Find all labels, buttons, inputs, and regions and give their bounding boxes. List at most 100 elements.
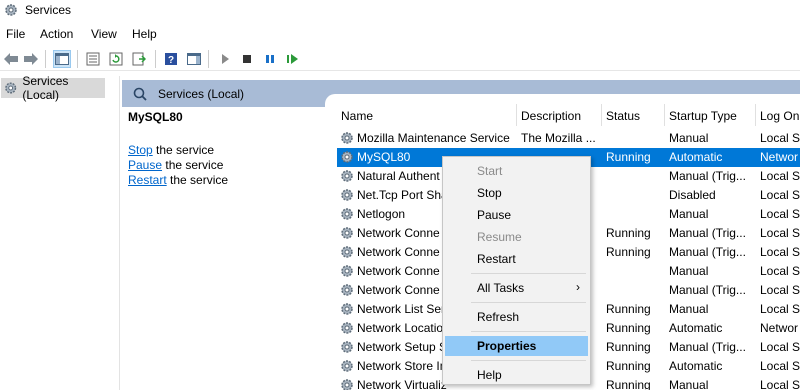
cell-startup-type: Disabled — [669, 188, 716, 202]
cell-startup-type: Manual (Trig... — [669, 283, 746, 297]
cell-startup-type: Manual — [669, 131, 709, 145]
cell-startup-type: Manual — [669, 378, 709, 390]
cell-log-on: Local Sy — [760, 340, 800, 354]
window-title: Services — [25, 3, 72, 17]
service-gear-icon — [341, 132, 353, 144]
menu-bar: File Action View Help — [0, 24, 800, 44]
column-header-name[interactable]: ⌃ Name — [337, 102, 517, 128]
stop-service-icon[interactable] — [238, 50, 256, 68]
restart-service-link[interactable]: Restart — [128, 173, 167, 187]
action-suffix: the service — [166, 173, 229, 187]
stop-service-link[interactable]: Stop — [128, 143, 153, 157]
cell-status: Running — [606, 150, 651, 164]
title-bar: Services — [0, 0, 800, 22]
menu-view[interactable]: View — [91, 27, 117, 41]
tree-item-services-local[interactable]: Services (Local) — [1, 74, 105, 102]
column-header-startup-type[interactable]: Startup Type — [665, 102, 756, 128]
details-pane: Services (Local) MySQL80 Stop the servic… — [122, 76, 800, 390]
cell-log-on: Local Sy — [760, 226, 800, 240]
menu-item-label: Properties — [477, 339, 537, 353]
cell-log-on: Local Sy — [760, 264, 800, 278]
help-icon[interactable]: ? — [162, 50, 180, 68]
back-arrow-icon[interactable] — [2, 50, 20, 68]
show-hide-action-pane-icon[interactable] — [185, 50, 203, 68]
cell-status: Running — [606, 378, 651, 390]
menu-item-resume: Resume — [445, 227, 588, 247]
start-service-icon[interactable] — [216, 50, 234, 68]
properties-icon[interactable] — [84, 50, 102, 68]
cell-status: Running — [606, 321, 651, 335]
column-header-status[interactable]: Status — [602, 102, 665, 128]
menu-item-start: Start — [445, 161, 588, 181]
service-gear-icon — [341, 341, 353, 353]
service-gear-icon — [341, 322, 353, 334]
menu-help[interactable]: Help — [132, 27, 157, 41]
cell-log-on: Local Sy — [760, 245, 800, 259]
service-gear-icon — [341, 170, 353, 182]
cell-startup-type: Manual — [669, 207, 709, 221]
forward-arrow-icon[interactable] — [22, 50, 40, 68]
column-header-description[interactable]: Description — [517, 102, 602, 128]
console-tree: Services (Local) — [0, 74, 120, 390]
cell-status: Running — [606, 302, 651, 316]
toolbar-separator — [155, 50, 156, 68]
cell-log-on: Local Se — [760, 188, 800, 202]
menu-item-restart[interactable]: Restart — [445, 249, 588, 269]
menu-item-label: Resume — [477, 230, 522, 244]
cell-log-on: Local Se — [760, 359, 800, 373]
service-gear-icon — [341, 246, 353, 258]
export-list-icon[interactable] — [130, 50, 148, 68]
restart-service-icon[interactable] — [284, 50, 302, 68]
cell-status: Running — [606, 226, 651, 240]
table-row[interactable]: Mozilla Maintenance Service The Mozilla .… — [337, 129, 800, 148]
cell-log-on: Networ — [760, 150, 799, 164]
menu-item-stop[interactable]: Stop — [445, 183, 588, 203]
menu-file[interactable]: File — [6, 27, 25, 41]
services-gear-icon — [5, 82, 17, 94]
menu-item-all-tasks[interactable]: All Tasks › — [445, 278, 588, 298]
cell-startup-type: Manual — [669, 264, 709, 278]
pause-service-icon[interactable] — [261, 50, 279, 68]
column-header-log-on[interactable]: Log On — [756, 102, 800, 128]
action-stop: Stop the service — [128, 143, 214, 157]
cell-startup-type: Manual (Trig... — [669, 169, 746, 183]
submenu-arrow-icon: › — [576, 280, 580, 294]
pause-service-link[interactable]: Pause — [128, 158, 162, 172]
service-gear-icon — [341, 265, 353, 277]
menu-item-label: Stop — [477, 186, 502, 200]
cell-log-on: Local Sy — [760, 169, 800, 183]
service-gear-icon — [341, 379, 353, 390]
toolbar: ? — [0, 47, 800, 71]
menu-separator — [471, 360, 586, 361]
selected-service-name: MySQL80 — [128, 110, 183, 124]
menu-item-pause[interactable]: Pause — [445, 205, 588, 225]
cell-startup-type: Manual (Trig... — [669, 226, 746, 240]
pane-header-title: Services (Local) — [158, 87, 245, 101]
cell-description: The Mozilla ... — [521, 131, 596, 145]
menu-item-help[interactable]: Help — [445, 365, 588, 385]
refresh-icon[interactable] — [107, 50, 125, 68]
services-gear-icon — [5, 4, 17, 16]
sort-ascending-icon: ⌃ — [421, 102, 429, 108]
cell-log-on: Local Sy — [760, 378, 800, 390]
menu-item-refresh[interactable]: Refresh — [445, 307, 588, 327]
action-suffix: the service — [152, 143, 215, 157]
menu-item-label: Start — [477, 164, 503, 178]
show-hide-tree-icon[interactable] — [53, 50, 71, 68]
menu-item-label: Help — [477, 368, 502, 382]
cell-startup-type: Manual (Trig... — [669, 245, 746, 259]
toolbar-separator — [45, 50, 46, 68]
cell-startup-type: Automatic — [669, 150, 723, 164]
cell-status: Running — [606, 245, 651, 259]
menu-item-properties[interactable]: Properties — [445, 336, 588, 356]
menu-separator — [471, 331, 586, 332]
cell-startup-type: Manual — [669, 302, 709, 316]
cell-name: Mozilla Maintenance Service — [357, 131, 510, 145]
action-pause: Pause the service — [128, 158, 223, 172]
cell-startup-type: Automatic — [669, 359, 723, 373]
action-restart: Restart the service — [128, 173, 228, 187]
toolbar-separator — [208, 50, 209, 68]
service-gear-icon — [341, 227, 353, 239]
menu-item-label: Pause — [477, 208, 512, 222]
menu-action[interactable]: Action — [40, 27, 73, 41]
